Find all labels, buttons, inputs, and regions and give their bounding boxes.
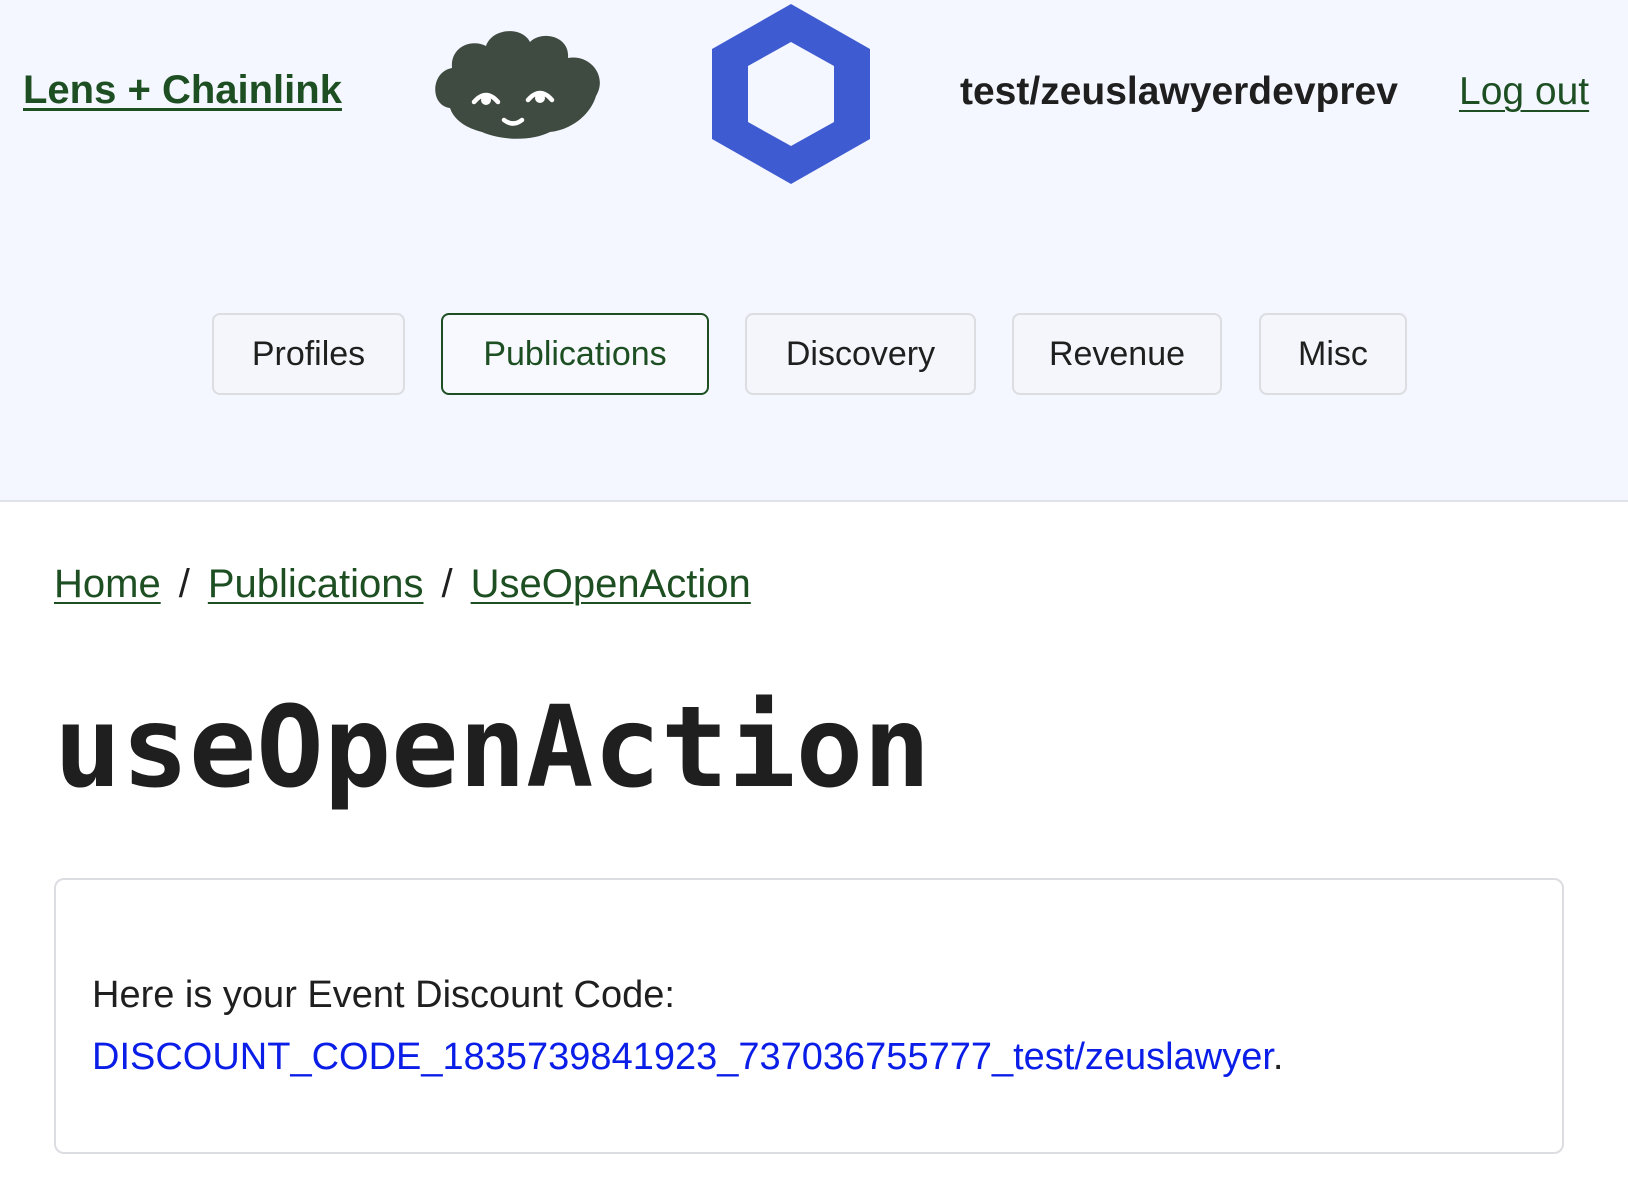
username-label: test/zeuslawyerdevprev (960, 70, 1398, 113)
tab-revenue[interactable]: Revenue (1012, 313, 1222, 395)
result-suffix: . (1272, 1036, 1284, 1078)
breadcrumb-publications-link[interactable]: Publications (208, 562, 424, 606)
tab-discovery[interactable]: Discovery (745, 313, 976, 395)
breadcrumb: Home / Publications / UseOpenAction (54, 562, 751, 607)
breadcrumb-useopenaction-link[interactable]: UseOpenAction (471, 562, 751, 606)
breadcrumb-separator: / (441, 562, 453, 606)
logout-link[interactable]: Log out (1459, 70, 1589, 114)
tab-misc[interactable]: Misc (1259, 313, 1407, 395)
lens-cloud-face-icon (435, 31, 600, 139)
page-title: useOpenAction (54, 683, 931, 813)
breadcrumb-home-link[interactable]: Home (54, 562, 161, 606)
tab-publications[interactable]: Publications (441, 313, 709, 395)
tab-profiles[interactable]: Profiles (212, 313, 405, 395)
site-header: Lens + Chainlink test/zeuslawyerdevprev … (0, 0, 1628, 502)
discount-code[interactable]: DISCOUNT_CODE_1835739841923_737036755777… (92, 1036, 1273, 1078)
result-intro: Here is your Event Discount Code: (92, 974, 675, 1016)
breadcrumb-separator: / (178, 562, 190, 606)
chainlink-hexagon-icon (712, 4, 870, 184)
main-nav: Profiles Publications Discovery Revenue … (0, 313, 1628, 395)
result-message: Here is your Event Discount Code: DISCOU… (92, 964, 1283, 1088)
brand-home-link[interactable]: Lens + Chainlink (23, 68, 342, 113)
result-card: Here is your Event Discount Code: DISCOU… (54, 878, 1564, 1154)
